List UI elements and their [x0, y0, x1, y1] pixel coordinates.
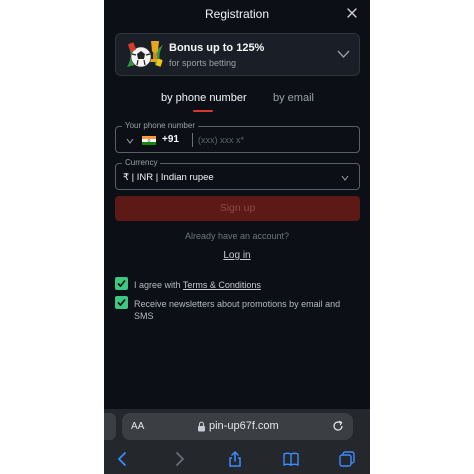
checkmark-icon: [117, 279, 126, 288]
sign-up-button[interactable]: Sign up: [115, 196, 360, 221]
share-icon[interactable]: [226, 450, 244, 468]
back-icon[interactable]: [114, 450, 132, 468]
phone-number-field: Your phone number +91: [115, 121, 360, 153]
tab-email[interactable]: by email: [273, 92, 314, 104]
bonus-subtitle: for sports betting: [169, 58, 237, 68]
checkmark-icon: [117, 298, 126, 307]
app-screen: Registration Bonus up to 125% for sports…: [104, 0, 370, 474]
reload-icon[interactable]: [332, 420, 344, 432]
chevron-down-icon: [337, 50, 350, 58]
bonus-selector[interactable]: Bonus up to 125% for sports betting: [115, 33, 360, 76]
modal-title: Registration: [204, 7, 270, 21]
terms-prefix: I agree with: [134, 280, 183, 290]
modal-header: Registration: [104, 0, 370, 28]
bonus-title: Bonus up to 125%: [169, 42, 265, 54]
tabs-icon[interactable]: [338, 450, 356, 468]
phone-number-label: Your phone number: [122, 121, 198, 130]
login-row: Log in: [104, 250, 370, 261]
previous-tab-peek[interactable]: [104, 413, 116, 440]
reader-aa-button[interactable]: AA: [131, 421, 144, 432]
currency-label: Currency: [122, 158, 161, 167]
phone-number-input[interactable]: [198, 131, 348, 148]
url-text: pin-up67f.com: [209, 420, 279, 432]
terms-text: I agree with Terms & Conditions: [134, 279, 358, 291]
close-icon[interactable]: [345, 6, 359, 20]
india-flag-icon[interactable]: [142, 136, 156, 145]
country-code[interactable]: +91: [162, 134, 179, 145]
browser-address-bar: AA pin-up67f.com: [104, 409, 370, 445]
chevron-down-icon: [341, 175, 349, 181]
active-tab-indicator: [193, 110, 213, 112]
url-field[interactable]: AA pin-up67f.com: [122, 413, 353, 440]
caret-divider: [192, 133, 193, 147]
terms-conditions-link[interactable]: Terms & Conditions: [183, 280, 261, 290]
tab-phone-number[interactable]: by phone number: [161, 92, 247, 104]
log-in-link[interactable]: Log in: [223, 250, 250, 261]
newsletter-checkbox[interactable]: [115, 296, 128, 309]
lock-icon: [198, 421, 205, 432]
country-chevron-down-icon[interactable]: [126, 138, 134, 144]
currency-value: ₹ | INR | Indian rupee: [123, 172, 214, 183]
bookmarks-icon[interactable]: [282, 450, 300, 468]
forward-icon[interactable]: [170, 450, 188, 468]
currency-select[interactable]: Currency ₹ | INR | Indian rupee: [115, 158, 360, 190]
terms-checkbox[interactable]: [115, 277, 128, 290]
newsletter-text: Receive newsletters about promotions by …: [134, 299, 341, 321]
soccer-ball-trophy-icon: [127, 41, 163, 68]
already-account-text: Already have an account?: [184, 231, 290, 241]
browser-toolbar: [104, 445, 370, 474]
